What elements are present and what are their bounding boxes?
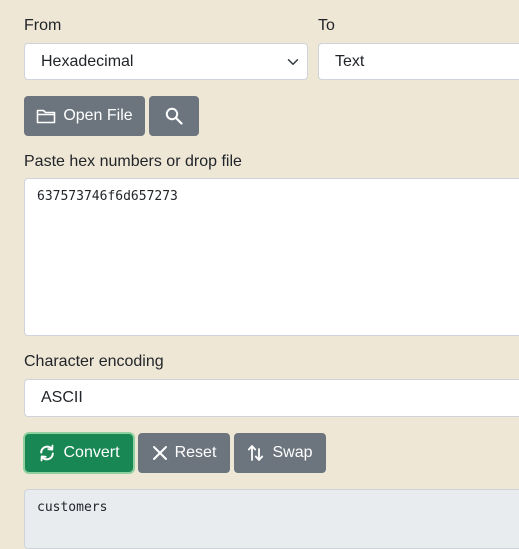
encoding-selected-value: ASCII: [41, 389, 83, 406]
from-label: From: [24, 17, 62, 34]
convert-label: Convert: [63, 444, 120, 461]
swap-label: Swap: [272, 444, 313, 461]
swap-button[interactable]: Swap: [234, 433, 326, 473]
hex-input-textarea[interactable]: 637573746f6d657273: [24, 178, 519, 336]
refresh-icon: [38, 444, 56, 462]
from-selected-value: Hexadecimal: [41, 52, 134, 70]
encoding-label: Character encoding: [24, 353, 164, 370]
from-select[interactable]: Hexadecimal: [24, 43, 308, 80]
to-select[interactable]: Text: [318, 43, 519, 80]
output-value: customers: [37, 500, 108, 515]
to-label: To: [318, 17, 335, 34]
swap-arrows-icon: [247, 444, 265, 462]
chevron-down-icon: [287, 58, 299, 65]
convert-button[interactable]: Convert: [25, 434, 133, 472]
output-textarea[interactable]: customers: [24, 489, 519, 549]
search-button[interactable]: [149, 96, 199, 136]
input-label: Paste hex numbers or drop file: [24, 153, 242, 170]
open-file-button[interactable]: Open File: [24, 96, 145, 136]
folder-icon: [36, 108, 56, 124]
open-file-label: Open File: [63, 107, 133, 124]
to-selected-value: Text: [335, 52, 365, 70]
hex-input-value: 637573746f6d657273: [37, 189, 178, 204]
reset-label: Reset: [174, 444, 217, 461]
close-icon: [152, 445, 168, 461]
reset-button[interactable]: Reset: [138, 433, 230, 473]
search-icon: [165, 107, 183, 125]
encoding-select[interactable]: ASCII: [24, 379, 519, 417]
